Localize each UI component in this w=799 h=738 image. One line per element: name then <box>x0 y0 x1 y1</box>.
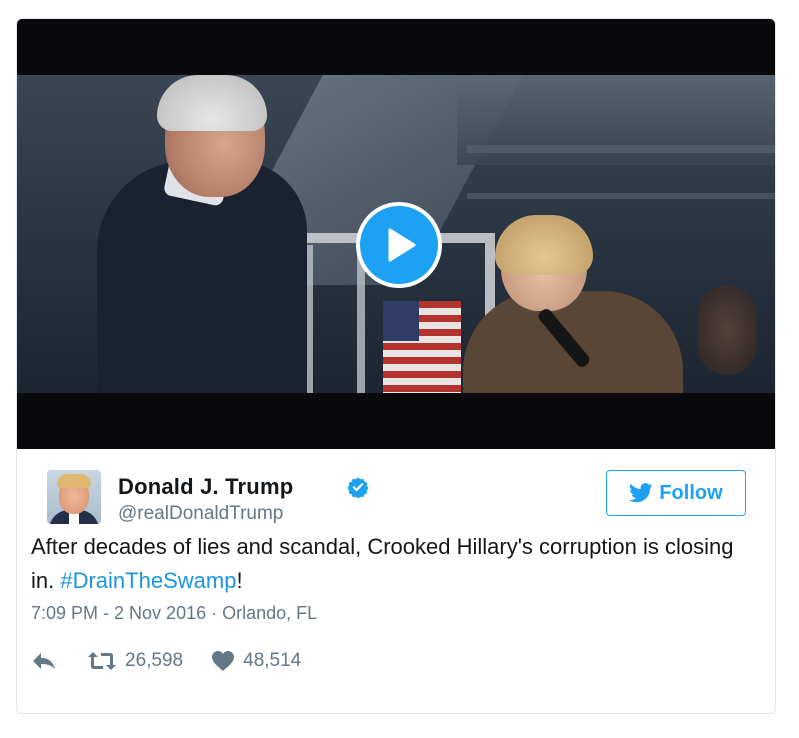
tweet-timestamp[interactable]: 7:09 PM - 2 Nov 2016 · Orlando, FL <box>31 603 317 624</box>
thumbnail-flag-canton <box>383 301 419 341</box>
retweet-icon <box>88 652 116 670</box>
author-display-name[interactable]: Donald J. Trump <box>118 474 293 500</box>
thumbnail-beam <box>467 193 775 199</box>
follow-label: Follow <box>659 481 723 504</box>
heart-icon <box>212 651 235 671</box>
avatar-hair <box>57 474 91 488</box>
thumbnail-frame-inner <box>305 245 365 393</box>
reply-button[interactable] <box>31 651 57 671</box>
twitter-bird-icon <box>629 483 653 503</box>
thumbnail-hand <box>697 285 757 375</box>
play-icon <box>388 228 416 262</box>
thumbnail-beam <box>467 145 775 153</box>
reply-icon <box>33 653 55 669</box>
tweet-actions: 26,598 48,514 <box>31 646 301 676</box>
author-handle[interactable]: @realDonaldTrump <box>118 503 283 525</box>
thumbnail-woman-hair <box>495 215 593 275</box>
video-player[interactable] <box>17 19 775 449</box>
retweet-button[interactable]: 26,598 <box>87 650 183 672</box>
hashtag-link[interactable]: #DrainTheSwamp <box>60 568 236 593</box>
like-button[interactable]: 48,514 <box>211 650 301 672</box>
retweet-count: 26,598 <box>125 650 184 671</box>
follow-button[interactable]: Follow <box>606 470 746 516</box>
thumbnail-man-hair <box>157 75 267 131</box>
tweet-text: After decades of lies and scandal, Crook… <box>31 530 741 598</box>
like-count: 48,514 <box>243 650 302 671</box>
tweet-text-end: ! <box>236 568 243 593</box>
play-button[interactable] <box>356 202 442 288</box>
avatar[interactable] <box>47 470 101 524</box>
tweet-header: Donald J. Trump @realDonaldTrump Follow <box>47 468 747 528</box>
verified-badge-icon <box>347 477 369 498</box>
